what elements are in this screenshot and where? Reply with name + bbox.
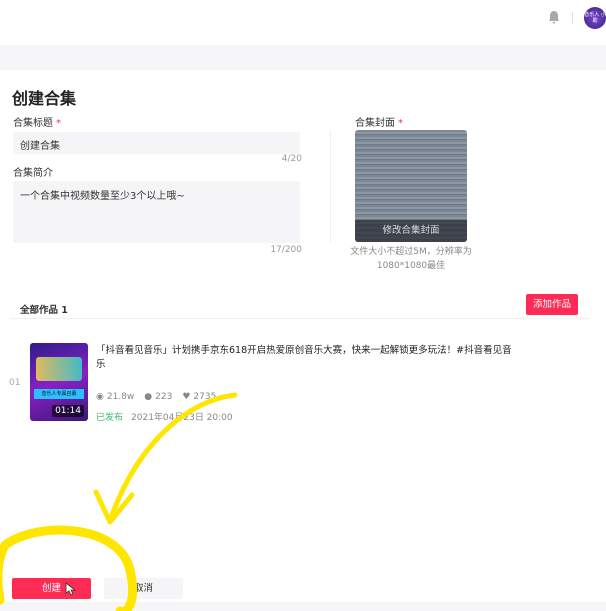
work-thumbnail[interactable]: 音乐人专属召募 01:14 — [30, 343, 88, 421]
annotation-arrowhead — [93, 489, 135, 525]
likes-stat: ♥ 2735 — [182, 392, 216, 402]
cover-hint: 文件大小不超过5M，分辨率为1080*1080最佳 — [350, 247, 472, 271]
comments-stat: ● 223 — [144, 392, 172, 402]
work-duration: 01:14 — [52, 405, 84, 417]
add-works-button[interactable]: 添加作品 — [526, 294, 578, 315]
cover-label-text: 合集封面 — [355, 118, 395, 129]
required-mark: * — [56, 118, 61, 129]
top-bar — [0, 0, 606, 45]
work-title: 「抖音看见音乐」计划携手京东618开启热爱原创音乐大赛，快来一起解锁更多玩法！#… — [96, 345, 512, 370]
views-stat: ◉ 21.8w — [96, 392, 134, 402]
intro-textarea[interactable]: 一个合集中视频数量至少3个以上哦~ — [13, 181, 300, 243]
comments-count: 223 — [155, 392, 173, 402]
annotation-overlay — [0, 392, 238, 611]
work-stats: ◉ 21.8w ● 223 ♥ 2735 — [96, 392, 216, 402]
create-button[interactable]: 创建 — [12, 578, 91, 599]
bottom-band — [0, 602, 606, 611]
likes-count: 2735 — [193, 392, 217, 402]
bell-icon[interactable] — [548, 10, 560, 24]
intro-label: 合集简介 — [13, 168, 53, 179]
work-status-row: 已发布 2021年04月23日 20:00 — [96, 410, 233, 423]
views-count: 21.8w — [106, 392, 135, 402]
cover-image[interactable]: 修改合集封面 — [355, 130, 467, 242]
title-label-text: 合集标题 — [13, 118, 53, 129]
change-cover-button[interactable]: 修改合集封面 — [355, 220, 467, 242]
publish-date: 2021年04月23日 20:00 — [131, 413, 233, 423]
eye-icon: ◉ — [96, 392, 104, 402]
required-mark: * — [398, 118, 403, 129]
column-divider — [330, 130, 331, 242]
works-header: 全部作品 1 — [20, 305, 68, 316]
thumbnail-graphic — [36, 357, 82, 381]
comment-icon: ● — [144, 392, 153, 402]
intro-counter: 17/200 — [270, 245, 302, 255]
cover-label: 合集封面 * — [355, 114, 403, 129]
heart-icon: ♥ — [182, 392, 191, 402]
cancel-button[interactable]: 取消 — [104, 578, 183, 599]
avatar[interactable]: 音乐人 小助 — [584, 7, 606, 29]
works-divider — [10, 318, 590, 319]
title-counter: 4/20 — [281, 154, 302, 164]
header-band — [0, 45, 606, 70]
page-title: 创建合集 — [12, 89, 77, 108]
thumbnail-caption: 音乐人专属召募 — [34, 389, 84, 399]
status-badge: 已发布 — [96, 413, 124, 423]
header-divider — [572, 12, 573, 24]
title-label: 合集标题 * — [13, 114, 61, 129]
work-index: 01 — [9, 378, 21, 388]
title-input[interactable]: 创建合集 — [13, 132, 300, 154]
